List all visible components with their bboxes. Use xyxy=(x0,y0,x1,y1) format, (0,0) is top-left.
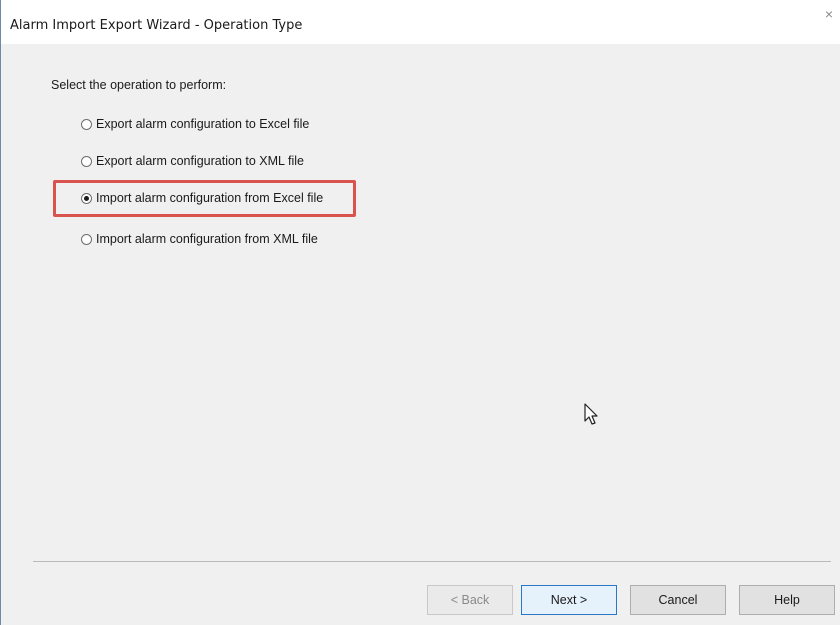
option-import-xml[interactable]: Import alarm configuration from XML file xyxy=(81,229,318,249)
option-export-excel[interactable]: Export alarm configuration to Excel file xyxy=(81,114,309,134)
option-label: Export alarm configuration to Excel file xyxy=(96,117,310,131)
window-title: Alarm Import Export Wizard - Operation T… xyxy=(10,18,303,33)
option-label: Import alarm configuration from XML file xyxy=(96,232,318,246)
option-export-xml[interactable]: Export alarm configuration to XML file xyxy=(81,151,304,171)
title-bar: Alarm Import Export Wizard - Operation T… xyxy=(1,0,840,44)
close-icon[interactable]: × xyxy=(821,6,837,22)
radio-button[interactable] xyxy=(81,118,92,130)
option-label: Import alarm configuration from Excel fi… xyxy=(96,191,324,205)
radio-button-selected[interactable] xyxy=(81,192,92,204)
option-label: Export alarm configuration to XML file xyxy=(96,154,304,168)
help-button[interactable]: Help xyxy=(739,585,835,615)
back-button[interactable]: < Back xyxy=(427,585,513,615)
operation-prompt: Select the operation to perform: xyxy=(51,78,227,92)
mouse-cursor-icon xyxy=(584,403,598,425)
cancel-button[interactable]: Cancel xyxy=(630,585,726,615)
next-button[interactable]: Next > xyxy=(521,585,617,615)
radio-button[interactable] xyxy=(81,155,92,167)
wizard-window: Alarm Import Export Wizard - Operation T… xyxy=(0,0,840,625)
radio-button[interactable] xyxy=(81,233,92,245)
option-import-excel[interactable]: Import alarm configuration from Excel fi… xyxy=(81,188,323,208)
footer-separator xyxy=(33,561,831,562)
